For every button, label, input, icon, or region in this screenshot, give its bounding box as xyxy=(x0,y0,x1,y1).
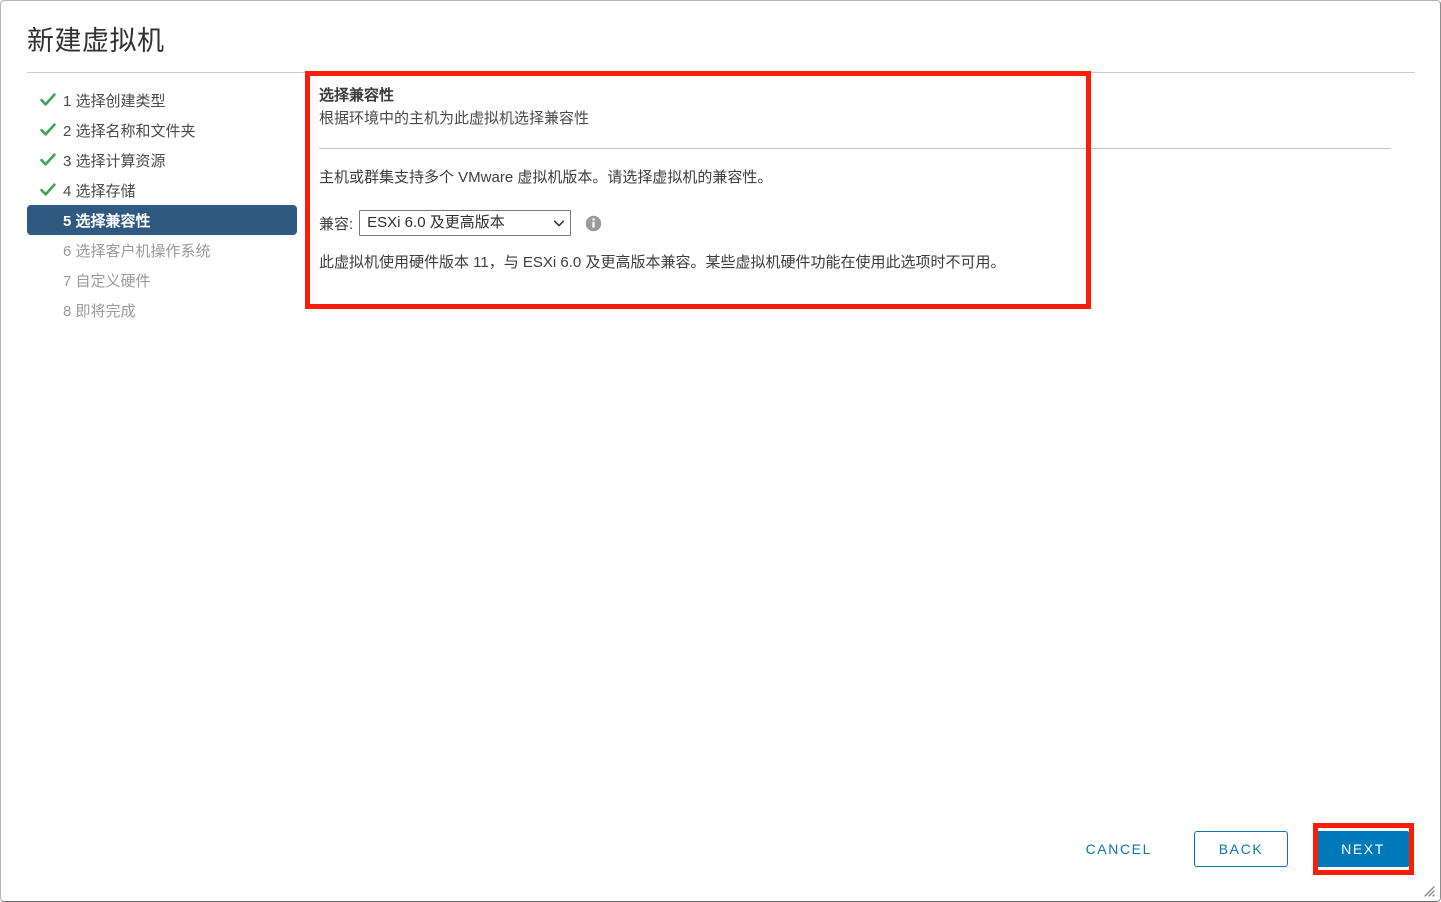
sidebar-step-8[interactable]: 8 即将完成 xyxy=(27,295,297,325)
info-icon[interactable] xyxy=(585,215,602,232)
screen: 新建虚拟机 1 选择创建类型 2 选择名称和文件夹 3 选择计算资源 4 选择存… xyxy=(0,0,1441,902)
sidebar-step-8-label: 8 即将完成 xyxy=(63,302,136,320)
new-virtual-machine-dialog: 新建虚拟机 1 选择创建类型 2 选择名称和文件夹 3 选择计算资源 4 选择存… xyxy=(0,0,1441,902)
compatibility-select-value: ESXi 6.0 及更高版本 xyxy=(367,214,505,231)
compatibility-select[interactable]: ESXi 6.0 及更高版本 xyxy=(359,210,572,236)
resize-grip-icon[interactable] xyxy=(1421,883,1435,897)
sidebar-step-4-label: 4 选择存储 xyxy=(63,182,136,200)
sidebar-step-3[interactable]: 3 选择计算资源 xyxy=(27,145,297,175)
content-subheading: 根据环境中的主机为此虚拟机选择兼容性 xyxy=(319,110,590,127)
sidebar-step-3-label: 3 选择计算资源 xyxy=(63,152,166,170)
content-heading: 选择兼容性 xyxy=(319,87,395,104)
sidebar-step-1-label: 1 选择创建类型 xyxy=(63,92,166,110)
sidebar-step-6-label: 6 选择客户机操作系统 xyxy=(63,242,211,260)
dialog-footer: CANCEL BACK NEXT xyxy=(1072,827,1410,871)
chevron-down-icon xyxy=(548,211,570,235)
sidebar-step-1[interactable]: 1 选择创建类型 xyxy=(27,85,297,115)
compatibility-row: 兼容: ESXi 6.0 及更高版本 xyxy=(319,208,602,238)
sidebar-step-4[interactable]: 4 选择存储 xyxy=(27,175,297,205)
next-button[interactable]: NEXT xyxy=(1316,831,1410,867)
sidebar-step-5-label: 5 选择兼容性 xyxy=(63,212,151,230)
check-icon xyxy=(40,122,56,138)
compatibility-label: 兼容: xyxy=(319,215,354,233)
sidebar-step-7-label: 7 自定义硬件 xyxy=(63,272,151,290)
check-icon xyxy=(40,152,56,168)
check-icon xyxy=(40,182,56,198)
title-divider xyxy=(27,72,1415,73)
sidebar-step-2[interactable]: 2 选择名称和文件夹 xyxy=(27,115,297,145)
sidebar-step-2-label: 2 选择名称和文件夹 xyxy=(63,122,196,140)
wizard-step-list: 1 选择创建类型 2 选择名称和文件夹 3 选择计算资源 4 选择存储 5 选择… xyxy=(27,85,297,325)
sidebar-step-5[interactable]: 5 选择兼容性 xyxy=(27,205,297,235)
check-icon xyxy=(40,92,56,108)
content-divider xyxy=(319,148,1391,149)
sidebar-step-6[interactable]: 6 选择客户机操作系统 xyxy=(27,235,297,265)
content-body-text: 主机或群集支持多个 VMware 虚拟机版本。请选择虚拟机的兼容性。 xyxy=(319,169,773,186)
content-panel: 选择兼容性 根据环境中的主机为此虚拟机选择兼容性 xyxy=(319,85,1397,130)
dialog-header: 新建虚拟机 xyxy=(27,21,1415,73)
compatibility-note-text: 此虚拟机使用硬件版本 11，与 ESXi 6.0 及更高版本兼容。某些虚拟机硬件… xyxy=(319,254,1006,271)
sidebar-step-7[interactable]: 7 自定义硬件 xyxy=(27,265,297,295)
cancel-button[interactable]: CANCEL xyxy=(1072,831,1166,867)
page-title: 新建虚拟机 xyxy=(27,26,165,56)
back-button[interactable]: BACK xyxy=(1194,831,1288,867)
